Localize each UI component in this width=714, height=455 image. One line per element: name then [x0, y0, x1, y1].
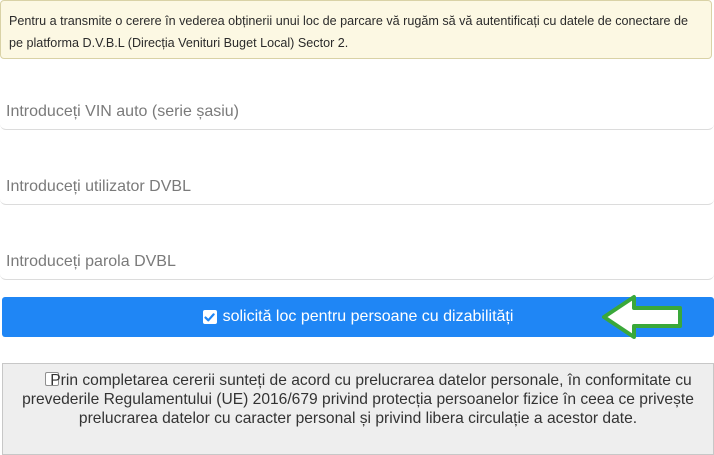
disability-checkbox[interactable] [202, 310, 217, 324]
login-notice: Pentru a transmite o cerere în vederea o… [0, 0, 712, 59]
user-field-wrapper [0, 151, 714, 205]
notice-text: Pentru a transmite o cerere în vederea o… [9, 14, 689, 50]
username-input[interactable] [6, 178, 696, 196]
arrow-left-icon [602, 295, 682, 339]
consent-box: Prin completarea cererii sunteți de acor… [2, 363, 714, 455]
vin-field-wrapper [0, 76, 714, 130]
disability-label: solicită loc pentru persoane cu dizabili… [222, 308, 514, 325]
vin-input[interactable] [6, 103, 696, 121]
password-input[interactable] [6, 253, 696, 271]
consent-text: Prin completarea cererii sunteți de acor… [22, 372, 694, 427]
password-field-wrapper [0, 226, 714, 280]
check-icon [204, 312, 215, 321]
